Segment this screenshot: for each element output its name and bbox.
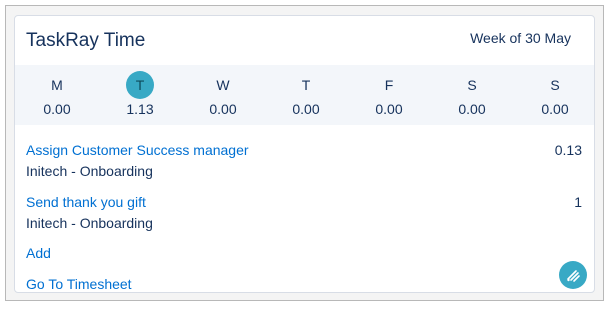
day-tuesday[interactable]: T 1.13 [110,65,170,125]
add-link[interactable]: Add [26,245,51,261]
week-label: Week of 30 May [470,30,571,46]
outer-frame: TaskRay Time Week of 30 May M 0.00 T 1.1… [5,5,604,301]
taskray-time-card: TaskRay Time Week of 30 May M 0.00 T 1.1… [14,15,595,293]
day-hours: 1.13 [126,101,154,117]
day-hours: 0.00 [375,101,403,117]
week-strip: M 0.00 T 1.13 W 0.00 T 0.00 F 0.00 S 0.0… [15,65,594,125]
task-link[interactable]: Send thank you gift [26,193,582,212]
day-letter: M [51,77,63,93]
day-letter: S [467,77,477,93]
day-letter: W [216,77,230,93]
day-letter: F [384,77,394,93]
day-letter-selected: T [110,71,170,99]
day-letter: S [550,77,560,93]
task-hours: 0.13 [554,142,582,158]
task-project: Initech - Onboarding [26,215,153,231]
go-to-timesheet-link[interactable]: Go To Timesheet [26,276,132,292]
stopwatch-lines-icon[interactable] [559,261,587,289]
task-hours: 1 [574,194,582,210]
day-saturday[interactable]: S 0.00 [442,65,502,125]
card-title: TaskRay Time [26,30,146,51]
day-hours: 0.00 [541,101,569,117]
day-hours: 0.00 [292,101,320,117]
day-friday[interactable]: F 0.00 [359,65,419,125]
day-wednesday[interactable]: W 0.00 [193,65,253,125]
stopwatch-lines-glyph [567,270,580,282]
day-letter: T [301,77,311,93]
day-sunday[interactable]: S 0.00 [525,65,585,125]
task-entry: Send thank you gift Initech - Onboarding… [26,193,582,233]
day-thursday[interactable]: T 0.00 [276,65,336,125]
task-link[interactable]: Assign Customer Success manager [26,141,582,160]
task-project: Initech - Onboarding [26,163,153,179]
task-entry: Assign Customer Success manager Initech … [26,141,582,181]
day-monday[interactable]: M 0.00 [27,65,87,125]
day-hours: 0.00 [43,101,71,117]
card-header: TaskRay Time Week of 30 May [15,16,594,65]
day-hours: 0.00 [209,101,237,117]
day-hours: 0.00 [458,101,486,117]
